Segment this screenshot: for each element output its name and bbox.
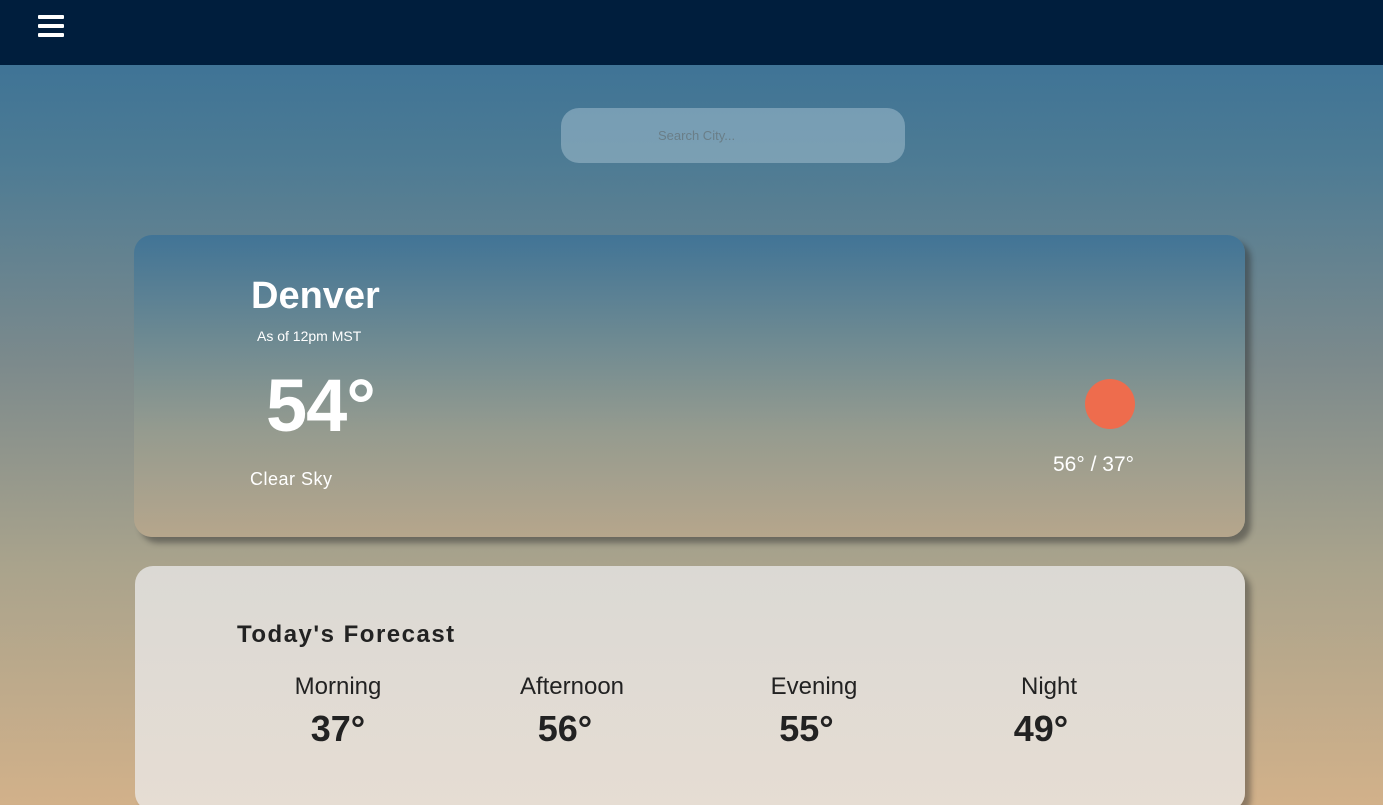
top-nav-bar [0, 0, 1383, 65]
current-weather-card: Denver As of 12pm MST 54° Clear Sky 56° … [134, 235, 1245, 537]
period-label: Afternoon [519, 673, 625, 700]
forecast-period-morning: Morning 37° [258, 673, 418, 750]
city-name: Denver [251, 275, 380, 317]
current-temperature: 54° [266, 364, 376, 447]
todays-forecast-card: Today's Forecast Morning 37° Afternoon 5… [135, 566, 1245, 805]
period-temperature: 49° [1013, 708, 1069, 749]
period-temperature: 56° [537, 708, 593, 749]
period-label: Night [1020, 673, 1078, 700]
period-temperature: 37° [310, 708, 366, 749]
forecast-period-evening: Evening 55° [734, 673, 894, 750]
period-label: Morning [294, 673, 382, 700]
weather-condition: Clear Sky [250, 469, 333, 489]
period-temperature: 55° [779, 708, 834, 749]
period-label: Evening [770, 673, 858, 700]
as-of-time: As of 12pm MST [257, 328, 362, 344]
forecast-period-night: Night 49° [969, 673, 1129, 750]
forecast-period-afternoon: Afternoon 56° [492, 673, 652, 750]
sun-icon [1085, 379, 1135, 429]
forecast-title: Today's Forecast [237, 621, 456, 648]
search-bar [561, 108, 905, 163]
hamburger-menu-icon[interactable] [38, 15, 64, 39]
high-low-temperature: 56° / 37° [1053, 453, 1135, 476]
search-city-input[interactable] [561, 108, 905, 163]
